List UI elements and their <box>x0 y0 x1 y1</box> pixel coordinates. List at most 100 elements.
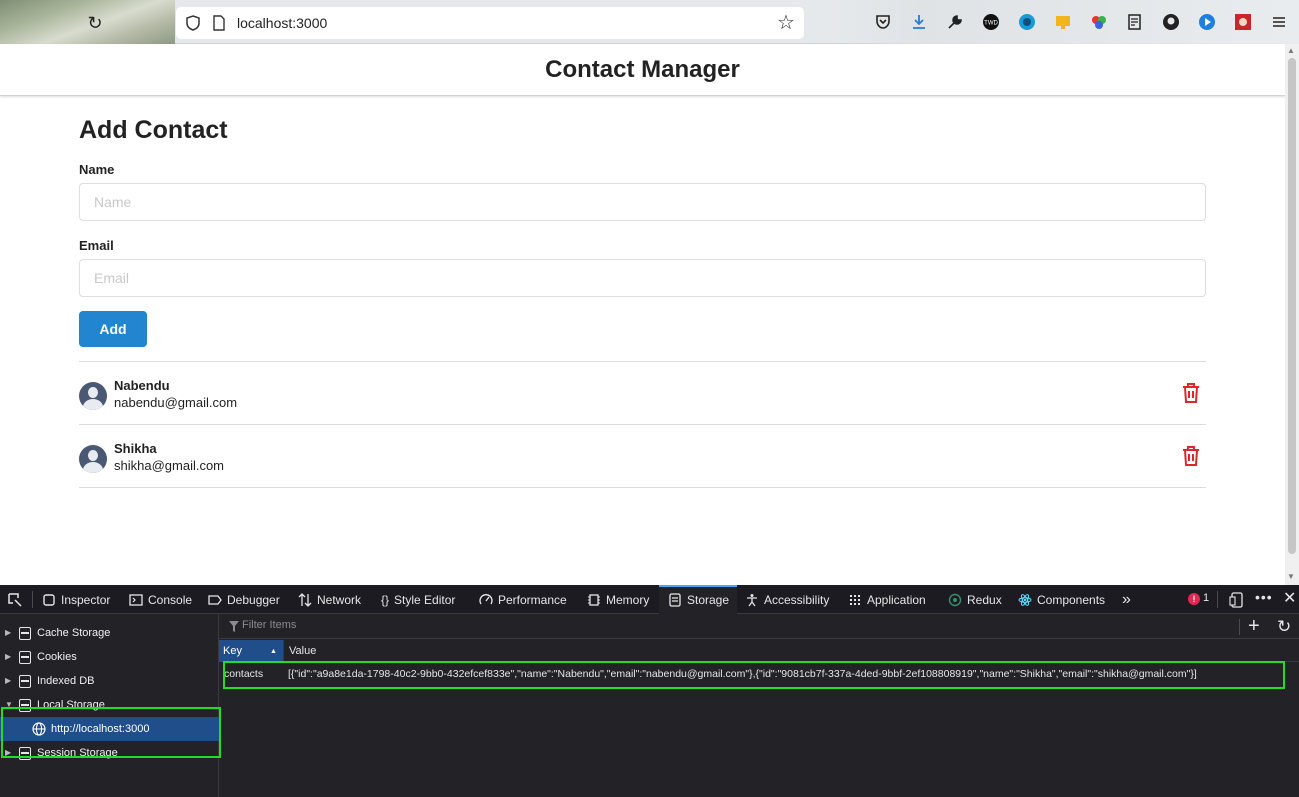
tab-redux[interactable]: Redux <box>948 585 1002 614</box>
gauge-icon <box>479 594 493 605</box>
filter-bar: Filter Items + ↻ <box>219 614 1299 639</box>
contact-item: Shikha shikha@gmail.com <box>79 441 1206 481</box>
email-input[interactable] <box>79 259 1206 297</box>
extension-blue-icon[interactable] <box>1018 13 1036 31</box>
tab-storage[interactable]: Storage <box>659 585 737 614</box>
tree-item-cookies[interactable]: ▶ Cookies <box>0 645 219 669</box>
app-header: Contact Manager <box>0 44 1285 96</box>
pocket-icon[interactable] <box>874 13 892 31</box>
error-icon[interactable]: ! <box>1188 593 1200 605</box>
grid-icon <box>850 595 860 605</box>
extension-red-icon[interactable] <box>1234 13 1252 31</box>
filter-input[interactable]: Filter Items <box>242 619 296 631</box>
reload-icon[interactable]: ↻ <box>84 12 106 34</box>
storage-icon <box>19 675 31 688</box>
page-icon <box>213 15 225 31</box>
highlight-box <box>1 707 221 758</box>
color-picker-icon[interactable] <box>1090 13 1108 31</box>
trash-icon[interactable] <box>1181 445 1201 467</box>
accessibility-icon <box>747 594 757 607</box>
toolbar-separator <box>32 591 33 608</box>
tree-item-cache-storage[interactable]: ▶ Cache Storage <box>0 621 219 645</box>
scroll-up-icon[interactable]: ▲ <box>1287 46 1295 55</box>
tab-components[interactable]: Components <box>1018 585 1105 614</box>
toolbar-separator <box>1217 591 1218 608</box>
form-heading: Add Contact <box>79 116 228 144</box>
sort-ascending-icon: ▲ <box>270 648 277 655</box>
name-label: Name <box>79 162 115 177</box>
network-icon <box>298 593 312 607</box>
tab-inspector[interactable]: Inspector <box>42 585 110 614</box>
trash-icon[interactable] <box>1181 382 1201 404</box>
column-header-key[interactable]: Key ▲ <box>219 640 283 662</box>
notes-icon[interactable] <box>1126 13 1144 31</box>
tree-item-indexed-db[interactable]: ▶ Indexed DB <box>0 669 219 693</box>
divider <box>79 424 1206 425</box>
user-avatar-icon <box>79 382 107 410</box>
braces-icon: {} <box>381 593 390 607</box>
page-scrollbar[interactable]: ▲ ▼ <box>1285 44 1299 585</box>
expand-arrow-icon[interactable]: ▶ <box>5 621 11 645</box>
highlight-box <box>223 661 1285 689</box>
react-icon <box>1018 594 1032 606</box>
download-icon[interactable] <box>910 13 928 31</box>
storage-sidebar: ▶ Cache Storage ▶ Cookies ▶ Indexed DB ▼ Loc… <box>0 614 221 797</box>
url-text[interactable]: localhost:3000 <box>237 15 327 31</box>
page-content: Contact Manager Add Contact Name Email A… <box>0 44 1285 585</box>
extension-yellow-icon[interactable] <box>1054 13 1072 31</box>
shield-icon[interactable] <box>184 14 202 32</box>
hamburger-menu-icon[interactable] <box>1270 13 1288 31</box>
contact-email: shikha@gmail.com <box>114 458 225 473</box>
svg-text:TWD: TWD <box>984 21 998 27</box>
inspector-icon <box>43 594 55 606</box>
memory-chip-icon <box>588 594 600 606</box>
filter-icon <box>229 621 239 632</box>
app-title: Contact Manager <box>545 56 740 83</box>
address-bar[interactable]: localhost:3000 ☆ <box>176 7 804 39</box>
divider <box>79 487 1206 488</box>
browser-toolbar: ↻ localhost:3000 ☆ TWD <box>0 0 1299 44</box>
error-count[interactable]: 1 <box>1203 592 1209 604</box>
contact-name: Shikha <box>114 441 157 456</box>
refresh-icon[interactable]: ↻ <box>1277 616 1291 638</box>
element-picker-icon[interactable] <box>7 592 23 608</box>
devtools-toolbar: Inspector Console Debugger Network {} Sty… <box>0 585 1299 614</box>
twd-extension-icon[interactable]: TWD <box>982 13 1000 31</box>
tab-performance[interactable]: Performance <box>479 585 567 614</box>
tab-network[interactable]: Network <box>298 585 361 614</box>
contact-email: nabendu@gmail.com <box>114 395 238 410</box>
console-icon <box>129 594 143 606</box>
tab-debugger[interactable]: Debugger <box>208 585 280 614</box>
storage-icon <box>19 627 31 640</box>
contact-item: Nabendu nabendu@gmail.com <box>79 378 1206 418</box>
github-icon[interactable] <box>1162 13 1180 31</box>
storage-icon <box>669 593 681 607</box>
user-avatar-icon <box>79 445 107 473</box>
tab-console[interactable]: Console <box>129 585 192 614</box>
name-input[interactable] <box>79 183 1206 221</box>
close-icon[interactable]: ✕ <box>1283 588 1296 608</box>
media-play-icon[interactable] <box>1198 13 1216 31</box>
debugger-icon <box>208 595 222 605</box>
column-header-value[interactable]: Value <box>283 640 316 662</box>
tab-style-editor[interactable]: {} Style Editor <box>381 585 455 614</box>
more-tabs-chevron-icon[interactable]: » <box>1122 585 1131 614</box>
add-button[interactable]: Add <box>79 311 147 347</box>
bookmark-star-icon[interactable]: ☆ <box>777 12 795 34</box>
email-label: Email <box>79 238 114 253</box>
expand-arrow-icon[interactable]: ▶ <box>5 669 11 693</box>
tab-application[interactable]: Application <box>848 585 926 614</box>
responsive-design-icon[interactable] <box>1229 592 1245 608</box>
storage-icon <box>19 651 31 664</box>
toolbar-separator <box>1239 619 1240 635</box>
tab-memory[interactable]: Memory <box>587 585 649 614</box>
scrollbar-thumb[interactable] <box>1288 58 1296 554</box>
add-item-icon[interactable]: + <box>1248 615 1260 637</box>
scroll-down-icon[interactable]: ▼ <box>1287 572 1295 581</box>
overflow-menu-icon[interactable]: ••• <box>1255 589 1273 605</box>
contact-name: Nabendu <box>114 378 170 393</box>
wrench-icon[interactable] <box>946 13 964 31</box>
expand-arrow-icon[interactable]: ▶ <box>5 645 11 669</box>
tab-accessibility[interactable]: Accessibility <box>745 585 829 614</box>
table-header: Key ▲ Value <box>219 640 1299 662</box>
